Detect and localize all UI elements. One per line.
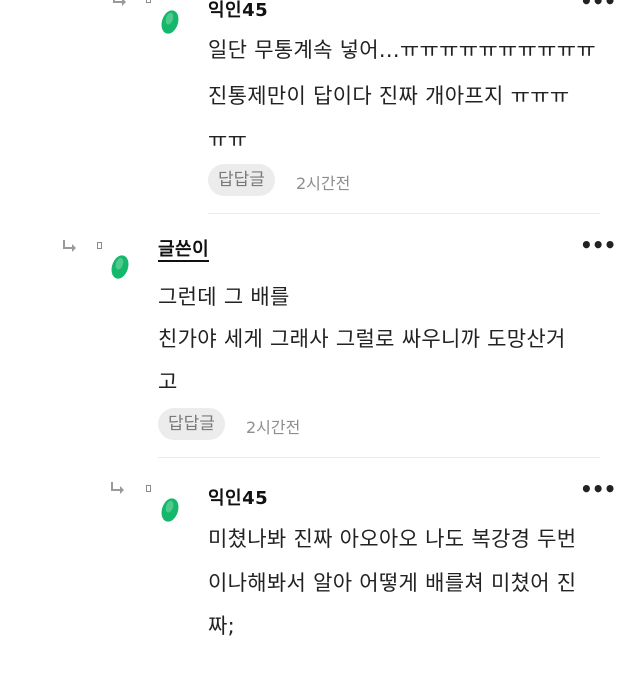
comment-text-line: 일단 무통계속 넣어...ㅠㅠㅠㅠㅠㅠㅠㅠㅠㅠ xyxy=(208,38,597,62)
reply-arrow-icon xyxy=(113,0,126,6)
divider xyxy=(158,457,600,458)
comment-text-line: ㅠㅠ xyxy=(208,128,248,152)
comment-text-line: 그런데 그 배를 xyxy=(158,285,290,309)
comment-text-line: 진통제만이 답이다 진짜 개아프지 ㅠㅠㅠ xyxy=(208,84,570,108)
more-options-icon[interactable]: ••• xyxy=(580,479,616,499)
more-options-icon[interactable]: ••• xyxy=(580,235,616,255)
avatar[interactable] xyxy=(108,253,132,281)
tiny-marker-icon xyxy=(97,242,102,249)
author-name[interactable]: 익인45 xyxy=(208,484,268,510)
reply-arrow-icon xyxy=(63,240,76,252)
avatar[interactable] xyxy=(158,496,182,524)
avatar[interactable] xyxy=(158,8,182,36)
comment-text-line: 이나해봐서 알아 어떻게 배를쳐 미쳤어 진 xyxy=(208,571,577,595)
author-name[interactable]: 글쓴이 xyxy=(158,240,210,262)
reply-arrow-icon xyxy=(111,482,124,494)
tiny-marker-icon xyxy=(146,485,151,492)
comment-text-line: 고 xyxy=(158,370,178,394)
more-options-icon[interactable]: ••• xyxy=(580,0,616,11)
comment-text-line: 짜; xyxy=(208,614,235,638)
reaction-button[interactable]: 답답글 xyxy=(208,164,275,196)
reaction-button[interactable]: 답답글 xyxy=(158,408,225,440)
author-name[interactable]: 익인45 xyxy=(208,0,268,22)
divider xyxy=(208,213,600,214)
comment-text-line: 친가야 세게 그래사 그럴로 싸우니까 도망산거 xyxy=(158,327,566,351)
timestamp: 2시간전 xyxy=(296,174,351,193)
timestamp: 2시간전 xyxy=(246,418,301,437)
tiny-marker-icon xyxy=(146,0,151,3)
comment-text-line: 미쳤나봐 진짜 아오아오 나도 복강경 두번 xyxy=(208,527,577,551)
